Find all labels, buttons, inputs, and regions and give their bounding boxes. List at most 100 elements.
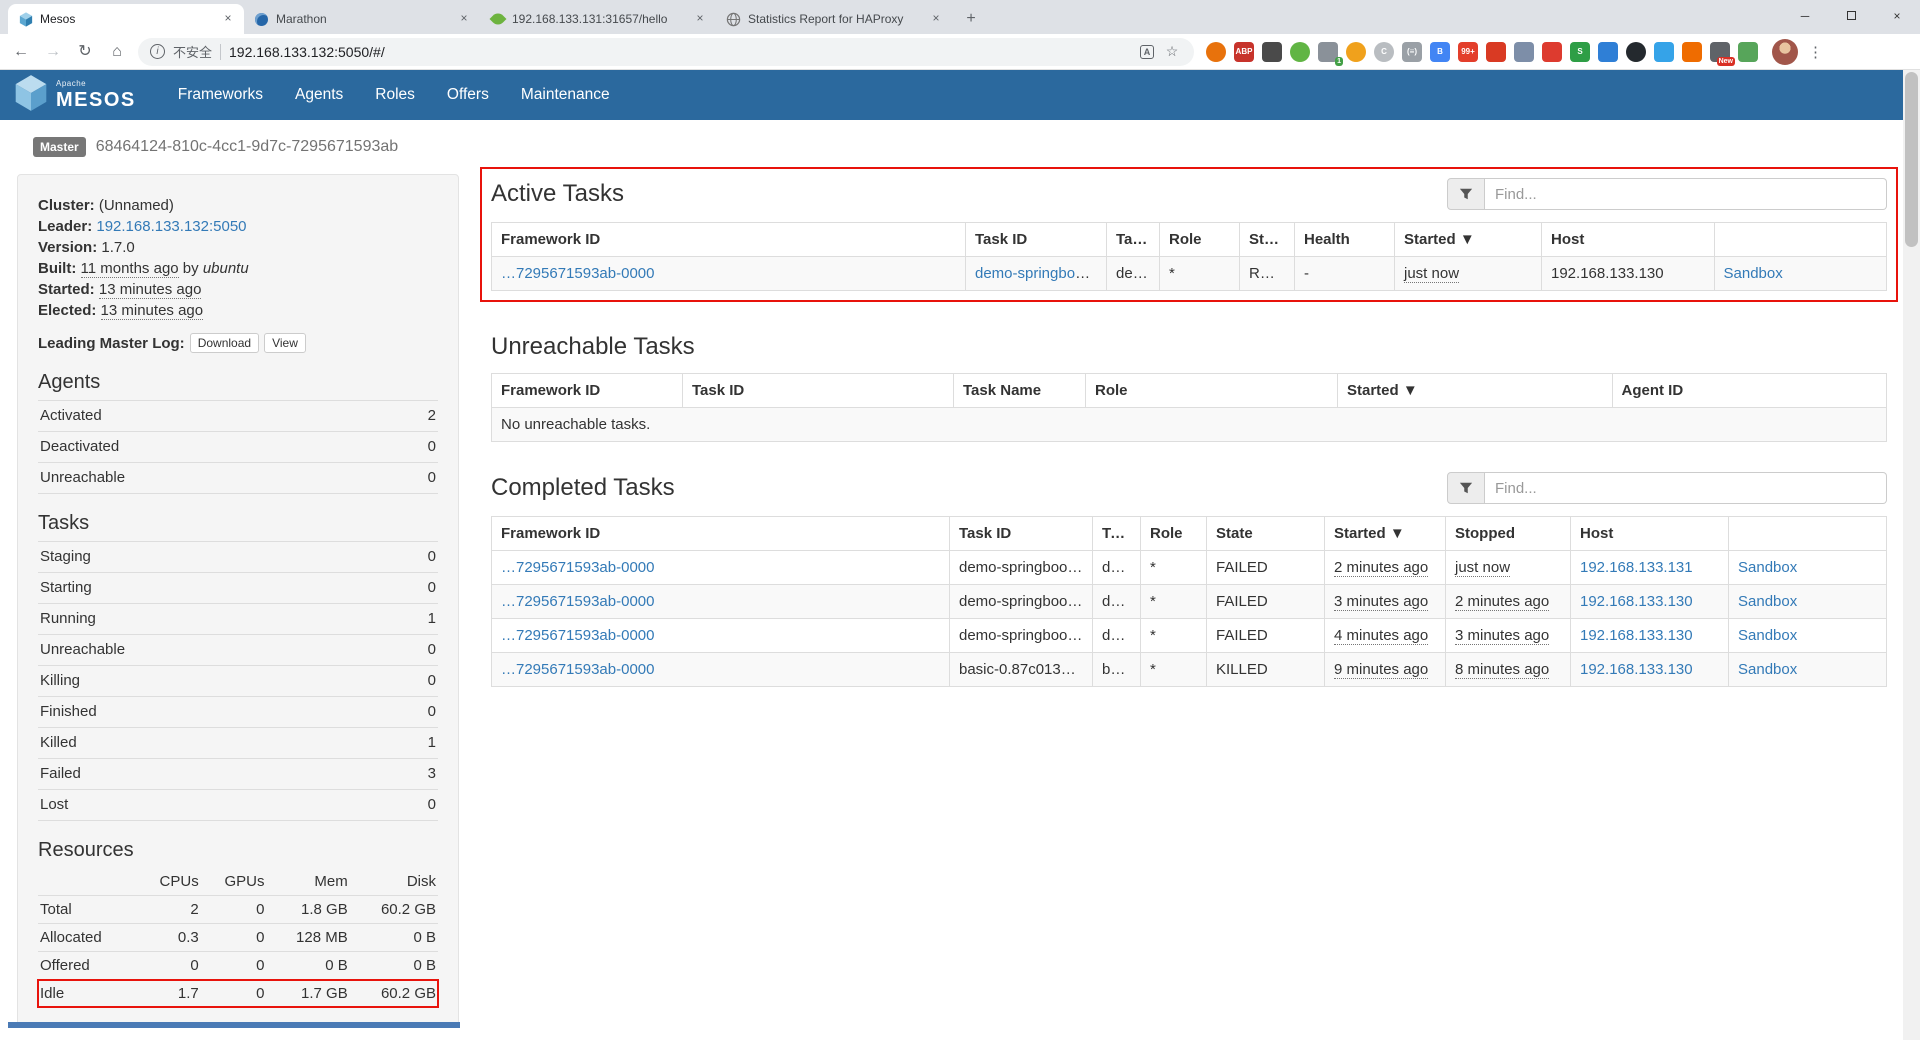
sandbox-link[interactable]: Sandbox xyxy=(1738,627,1797,644)
extension-icon[interactable]: S xyxy=(1570,42,1590,62)
download-log-button[interactable]: Download xyxy=(190,333,259,353)
extension-icon[interactable]: B xyxy=(1430,42,1450,62)
column-header[interactable]: Started ▼ xyxy=(1338,374,1613,408)
translate-icon[interactable]: A xyxy=(1140,45,1154,59)
extension-icon[interactable] xyxy=(1738,42,1758,62)
column-header[interactable]: Framework ID xyxy=(492,223,966,257)
new-tab-button[interactable]: + xyxy=(958,6,984,32)
column-header[interactable]: State xyxy=(1240,223,1295,257)
sandbox-link[interactable]: Sandbox xyxy=(1738,593,1797,610)
column-header[interactable]: Role xyxy=(1086,374,1338,408)
framework-id-link[interactable]: …7295671593ab-0000 xyxy=(501,559,654,576)
started-cell: 4 minutes ago xyxy=(1334,627,1428,645)
extension-icon[interactable]: (≡) xyxy=(1402,42,1422,62)
minimize-button[interactable]: ─ xyxy=(1782,0,1828,34)
nav-item[interactable]: Frameworks xyxy=(162,70,279,120)
filter-icon[interactable] xyxy=(1447,178,1485,210)
address-bar[interactable]: i 不安全 192.168.133.132:5050/#/ A ☆ xyxy=(138,38,1194,66)
column-header[interactable]: Framework ID xyxy=(492,517,950,551)
framework-id-link[interactable]: …7295671593ab-0000 xyxy=(501,593,654,610)
sandbox-link[interactable]: Sandbox xyxy=(1738,559,1797,576)
task-id-link[interactable]: demo-springboot.b217f610-c1a5-11e9-aaf9-… xyxy=(975,265,1107,282)
column-header[interactable]: Task Name xyxy=(1107,223,1160,257)
version-line: Version: 1.7.0 xyxy=(38,237,438,258)
column-header[interactable]: Framework ID xyxy=(492,374,683,408)
tab-close-icon[interactable]: × xyxy=(692,11,708,27)
tab-mesos[interactable]: Mesos × xyxy=(8,4,244,34)
extension-icon[interactable]: C xyxy=(1374,42,1394,62)
browser-menu-icon[interactable]: ⋮ xyxy=(1808,43,1823,61)
host-link[interactable]: 192.168.133.131 xyxy=(1580,559,1693,576)
maximize-button[interactable] xyxy=(1828,0,1874,34)
bookmark-star-icon[interactable]: ☆ xyxy=(1162,43,1182,60)
extension-icon[interactable] xyxy=(1542,42,1562,62)
extension-icon[interactable] xyxy=(1290,42,1310,62)
extension-icon[interactable] xyxy=(1654,42,1674,62)
vertical-scrollbar[interactable] xyxy=(1903,70,1920,1040)
column-header[interactable]: Host xyxy=(1542,223,1715,257)
tab-spring-hello[interactable]: 192.168.133.131:31657/hello × xyxy=(480,4,716,34)
extension-icon[interactable] xyxy=(1682,42,1702,62)
profile-avatar[interactable] xyxy=(1772,39,1798,65)
tab-close-icon[interactable]: × xyxy=(928,11,944,27)
column-header[interactable]: State xyxy=(1207,517,1325,551)
extension-icon[interactable]: 99+ xyxy=(1458,42,1478,62)
sandbox-link[interactable]: Sandbox xyxy=(1738,661,1797,678)
column-header[interactable]: Task Name xyxy=(1093,517,1141,551)
tab-close-icon[interactable]: × xyxy=(456,11,472,27)
forward-icon[interactable]: → xyxy=(38,37,68,67)
host-link[interactable]: 192.168.133.130 xyxy=(1580,627,1693,644)
column-header[interactable]: Task ID xyxy=(966,223,1107,257)
extension-icon[interactable] xyxy=(1598,42,1618,62)
extension-icon[interactable]: New xyxy=(1710,42,1730,62)
column-header[interactable]: Task Name xyxy=(954,374,1086,408)
column-header[interactable]: Host xyxy=(1571,517,1729,551)
tab-marathon[interactable]: Marathon × xyxy=(244,4,480,34)
column-header[interactable]: Agent ID xyxy=(1612,374,1887,408)
framework-id-link[interactable]: …7295671593ab-0000 xyxy=(501,265,654,282)
column-header[interactable]: Health xyxy=(1295,223,1395,257)
column-header[interactable] xyxy=(1729,517,1887,551)
tab-close-icon[interactable]: × xyxy=(220,11,236,27)
column-header[interactable]: Started ▼ xyxy=(1395,223,1542,257)
extension-icon[interactable] xyxy=(1206,42,1226,62)
leader-link[interactable]: 192.168.133.132:5050 xyxy=(96,218,246,235)
extension-icon[interactable] xyxy=(1514,42,1534,62)
host-link[interactable]: 192.168.133.130 xyxy=(1580,593,1693,610)
extension-icon[interactable] xyxy=(1262,42,1282,62)
back-icon[interactable]: ← xyxy=(6,37,36,67)
active-find-input[interactable] xyxy=(1485,178,1887,210)
close-button[interactable]: × xyxy=(1874,0,1920,34)
column-header[interactable]: Role xyxy=(1160,223,1240,257)
extension-icon[interactable] xyxy=(1626,42,1646,62)
extension-icon[interactable]: 1 xyxy=(1318,42,1338,62)
nav-item[interactable]: Agents xyxy=(279,70,359,120)
column-header[interactable]: Stopped xyxy=(1446,517,1571,551)
sandbox-link[interactable]: Sandbox xyxy=(1724,265,1783,282)
info-icon[interactable]: i xyxy=(150,44,165,59)
host-link[interactable]: 192.168.133.130 xyxy=(1580,661,1693,678)
url-text[interactable]: 192.168.133.132:5050/#/ xyxy=(229,44,1132,60)
filter-icon[interactable] xyxy=(1447,472,1485,504)
extension-icon[interactable]: ABP xyxy=(1234,42,1254,62)
nav-item[interactable]: Maintenance xyxy=(505,70,626,120)
framework-id-link[interactable]: …7295671593ab-0000 xyxy=(501,661,654,678)
column-header[interactable]: Task ID xyxy=(683,374,954,408)
mesos-brand[interactable]: Apache MESOS xyxy=(14,74,136,117)
completed-find-input[interactable] xyxy=(1485,472,1887,504)
column-header[interactable]: Role xyxy=(1141,517,1207,551)
column-header[interactable]: Task ID xyxy=(950,517,1093,551)
column-header[interactable]: Started ▼ xyxy=(1325,517,1446,551)
home-icon[interactable]: ⌂ xyxy=(102,37,132,67)
extension-icon[interactable] xyxy=(1486,42,1506,62)
view-log-button[interactable]: View xyxy=(264,333,306,353)
horizontal-scrollbar[interactable] xyxy=(8,1022,460,1028)
tab-haproxy[interactable]: Statistics Report for HAProxy × xyxy=(716,4,952,34)
refresh-icon[interactable]: ↻ xyxy=(70,37,100,67)
framework-id-link[interactable]: …7295671593ab-0000 xyxy=(501,627,654,644)
extension-icon[interactable] xyxy=(1346,42,1366,62)
scrollbar-thumb[interactable] xyxy=(1905,72,1918,247)
column-header[interactable] xyxy=(1714,223,1887,257)
nav-item[interactable]: Roles xyxy=(359,70,431,120)
nav-item[interactable]: Offers xyxy=(431,70,505,120)
